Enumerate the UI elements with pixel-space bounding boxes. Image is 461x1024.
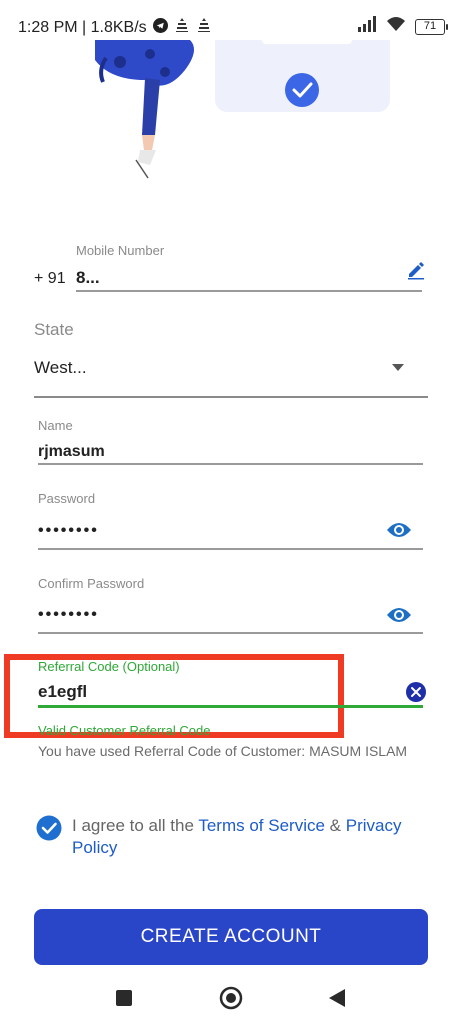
status-time-speed: 1:28 PM | 1.8KB/s bbox=[18, 18, 147, 36]
referral-valid-text: Valid Customer Referral Code bbox=[38, 723, 211, 738]
referral-input[interactable]: e1egfl bbox=[38, 682, 87, 702]
back-icon[interactable] bbox=[326, 987, 348, 1009]
chevron-down-icon[interactable] bbox=[388, 358, 408, 378]
home-icon[interactable] bbox=[218, 985, 244, 1011]
eye-icon-confirm[interactable] bbox=[384, 603, 414, 627]
status-right: 71 bbox=[357, 16, 448, 37]
agree-and: & bbox=[324, 816, 346, 835]
telegram-icon bbox=[152, 17, 168, 38]
name-underline bbox=[38, 463, 423, 465]
mobile-underline bbox=[76, 290, 422, 292]
eye-icon[interactable] bbox=[384, 518, 414, 542]
confirm-password-input[interactable]: •••••••• bbox=[38, 606, 99, 624]
agree-checkbox[interactable] bbox=[36, 815, 62, 841]
referral-note: You have used Referral Code of Customer:… bbox=[38, 743, 408, 759]
edit-mobile-icon[interactable] bbox=[404, 258, 428, 282]
mobile-number-label: Mobile Number bbox=[76, 243, 165, 258]
wifi-icon bbox=[385, 16, 407, 37]
mobile-number-value[interactable]: 8... bbox=[76, 268, 100, 288]
state-label: State bbox=[34, 320, 74, 339]
referral-underline bbox=[38, 705, 423, 708]
system-nav-bar bbox=[0, 975, 461, 1024]
password-label: Password bbox=[38, 491, 96, 506]
status-left: 1:28 PM | 1.8KB/s bbox=[18, 17, 212, 38]
confirm-password-underline bbox=[38, 632, 423, 634]
referral-label: Referral Code (Optional) bbox=[38, 659, 180, 674]
agree-prefix: I agree to all the bbox=[72, 816, 199, 835]
state-underline bbox=[34, 396, 428, 398]
password-input[interactable]: •••••••• bbox=[38, 522, 99, 540]
name-input[interactable]: rjmasum bbox=[38, 443, 105, 461]
header-illustration bbox=[0, 40, 461, 200]
name-label: Name bbox=[38, 418, 73, 433]
notification-icon bbox=[174, 17, 190, 38]
agree-text: I agree to all the Terms of Service & Pr… bbox=[72, 815, 412, 859]
confirm-password-label: Confirm Password bbox=[38, 576, 145, 591]
recents-icon[interactable] bbox=[113, 987, 135, 1009]
password-underline bbox=[38, 548, 423, 550]
country-code: + 91 bbox=[34, 270, 66, 287]
notification-icon-2 bbox=[196, 17, 212, 38]
signal-icon bbox=[357, 16, 377, 37]
clear-referral-icon[interactable] bbox=[405, 681, 427, 703]
state-value[interactable]: West... bbox=[34, 358, 87, 378]
terms-of-service-link[interactable]: Terms of Service bbox=[198, 816, 325, 835]
create-account-button[interactable]: CREATE ACCOUNT bbox=[34, 909, 428, 965]
battery-icon: 71 bbox=[415, 18, 448, 35]
